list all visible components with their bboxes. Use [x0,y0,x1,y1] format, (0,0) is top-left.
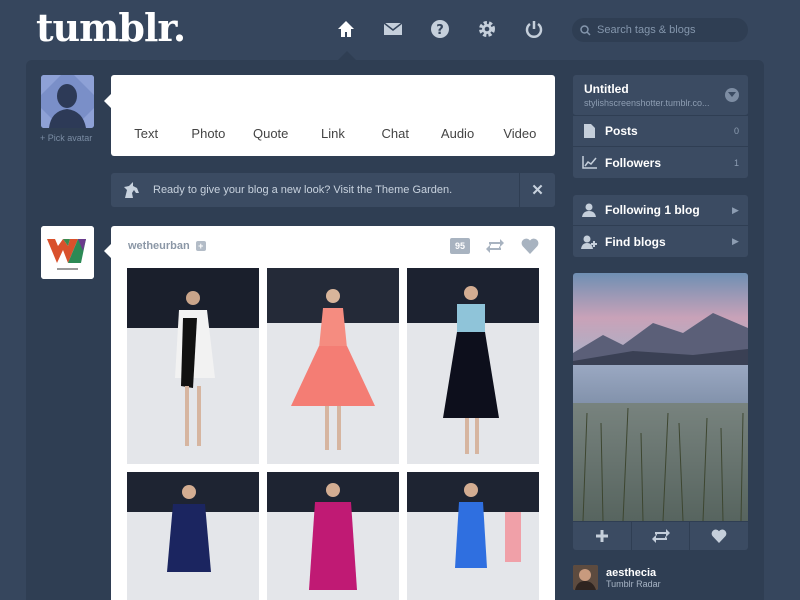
post-type-list: Text Photo Quote Link Chat Audio Video [111,126,555,141]
power-icon[interactable] [522,17,546,41]
nav-active-pointer [338,51,356,60]
post-type-video[interactable]: Video [489,126,551,141]
post-type-text[interactable]: Text [115,126,177,141]
post-photo-6[interactable] [407,472,539,600]
reblog-icon[interactable] [632,522,691,550]
search-input[interactable] [597,24,747,36]
sidebar-item-label: Following 1 blog [605,203,700,217]
sidebar-item-followers[interactable]: Followers 1 [573,147,748,178]
post-type-photo[interactable]: Photo [177,126,239,141]
post-photo-4[interactable] [127,472,259,600]
mail-icon[interactable] [381,17,405,41]
theme-garden-notice[interactable]: Ready to give your blog a new look? Visi… [111,173,555,207]
post-username[interactable]: wetheurban [128,240,190,252]
post-type-audio[interactable]: Audio [427,126,489,141]
post-author-avatar[interactable] [41,226,94,279]
close-notice-button[interactable]: ✕ [519,173,555,207]
post-photo-2[interactable] [267,268,399,464]
sidebar-item-following[interactable]: Following 1 blog ▶ [573,195,748,226]
search-icon [580,24,591,36]
pick-avatar-link[interactable]: + Pick avatar [40,133,92,143]
user-avatar[interactable] [41,75,94,128]
sidebar-item-label: Posts [605,124,638,138]
unicorn-icon [111,181,153,199]
top-header: tumblr. ? [0,0,800,60]
help-icon[interactable]: ? [428,17,452,41]
tumblr-logo[interactable]: tumblr. [36,5,186,50]
chevron-down-icon[interactable] [725,88,739,102]
radar-user-avatar[interactable] [573,565,598,590]
like-heart-icon[interactable] [690,522,748,550]
svg-text:?: ? [436,23,444,38]
chevron-right-icon: ▶ [732,236,739,246]
chart-icon [573,156,605,169]
chevron-right-icon: ▶ [732,204,739,215]
reblog-icon[interactable] [485,236,505,256]
person-icon [573,203,605,217]
post-pointer [104,244,111,258]
sidebar-item-label: Find blogs [605,234,666,249]
post-photo-3[interactable] [407,268,539,464]
radar-caption: Tumblr Radar [606,578,661,589]
add-person-icon [573,235,605,249]
post-photo-5[interactable] [267,472,399,600]
like-heart-icon[interactable] [520,236,540,256]
add-plus-icon[interactable] [573,522,632,550]
composer-pointer [104,94,111,108]
sidebar-item-count: 0 [734,126,740,136]
sidebar-item-label: Followers [605,155,662,170]
radar-attribution: aesthecia Tumblr Radar [573,565,661,590]
radar-actions [573,522,748,550]
radar-photo[interactable] [573,273,748,521]
photo-post: wetheurban + 95 [111,226,555,600]
home-icon[interactable] [334,17,358,41]
settings-icon[interactable] [475,17,499,41]
sidebar-item-find-blogs[interactable]: Find blogs ▶ [573,226,748,257]
post-type-chat[interactable]: Chat [364,126,426,141]
post-header: wetheurban + [128,240,206,252]
follow-plus-icon[interactable]: + [195,241,206,251]
note-count-badge[interactable]: 95 [450,238,470,254]
sidebar-item-posts[interactable]: Posts 0 [573,116,748,147]
blog-url: stylishscreenshotter.tumblr.co... [584,98,710,108]
theme-notice-text: Ready to give your blog a new look? Visi… [153,184,453,196]
sidebar-item-count: 1 [734,157,740,168]
search-box[interactable] [572,18,748,42]
document-icon [573,124,605,138]
post-type-link[interactable]: Link [302,126,364,141]
post-type-quote[interactable]: Quote [240,126,302,141]
post-composer: Text Photo Quote Link Chat Audio Video [111,75,555,156]
radar-username[interactable]: aesthecia [606,567,661,579]
post-photo-1[interactable] [127,268,259,464]
blog-selector[interactable]: Untitled stylishscreenshotter.tumblr.co.… [573,75,748,116]
blog-title: Untitled [584,82,629,96]
